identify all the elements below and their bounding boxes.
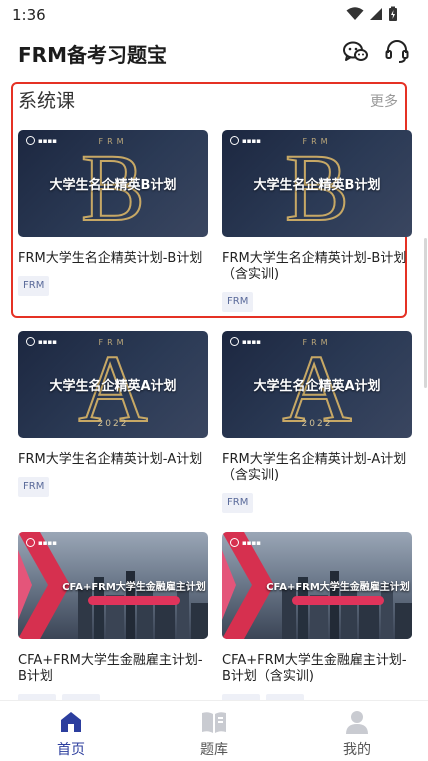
course-thumbnail: ▪▪▪▪ FRM A 大学生名企精英A计划 2022 — [222, 331, 412, 438]
course-card[interactable]: ▪▪▪▪ FRM A 大学生名企精英A计划 2022 FRM大学生名企精英计划-… — [18, 331, 208, 497]
course-card[interactable]: ▪▪▪▪ CFA+FRM大学生金融雇主计划 CFA+FRM大学生金融雇主计划-B… — [222, 532, 412, 700]
course-title: FRM大学生名企精英计划-B计划 — [18, 251, 203, 266]
tab-label: 我的 — [343, 742, 371, 758]
thumb-caption: 大学生名企精英A计划 — [49, 379, 177, 394]
tag-row: FRM — [18, 477, 208, 497]
thumb-caption: 大学生名企精英B计划 — [49, 178, 177, 193]
more-link[interactable]: 更多 — [370, 91, 398, 111]
course-card[interactable]: ▪▪▪▪ FRM B 大学生名企精英B计划 FRM大学生名企精英计划-B计划 F… — [18, 130, 208, 296]
wechat-icon — [343, 41, 368, 61]
thumb-caption: 大学生名企精英A计划 — [253, 379, 381, 394]
course-tag: FRM — [222, 292, 254, 312]
course-tag: FRM — [18, 477, 50, 497]
tab-home[interactable]: 首页 — [0, 701, 142, 761]
status-bar: 1:36 — [0, 0, 428, 30]
thumb-caption: CFA+FRM大学生金融雇主计划 — [62, 582, 206, 593]
thumb-subtitle-pill — [292, 596, 384, 605]
tab-label: 题库 — [200, 742, 228, 758]
app-header: FRM备考习题宝 — [0, 30, 428, 76]
course-title: CFA+FRM大学生金融雇主计划-B计划 — [18, 653, 203, 684]
course-thumbnail: ▪▪▪▪ FRM B 大学生名企精英B计划 — [222, 130, 412, 237]
bottom-tab-bar: 首页 题库 我的 — [0, 700, 428, 761]
thumb-caption: 大学生名企精英B计划 — [253, 178, 381, 193]
status-icons — [346, 6, 398, 22]
tab-profile[interactable]: 我的 — [286, 701, 428, 761]
course-card[interactable]: ▪▪▪▪ FRM B 大学生名企精英B计划 FRM大学生名企精英计划-B计划（含… — [222, 130, 412, 312]
thumb-caption: CFA+FRM大学生金融雇主计划 — [266, 582, 410, 593]
brand-logo: ▪▪▪▪ — [26, 538, 57, 547]
signal-icon — [370, 8, 382, 20]
course-thumbnail: ▪▪▪▪ FRM A 大学生名企精英A计划 2022 — [18, 331, 208, 438]
home-icon — [61, 712, 81, 732]
course-tag: FRM — [18, 276, 50, 296]
thumb-subtitle-pill — [88, 596, 180, 605]
course-thumbnail: ▪▪▪▪ FRM B 大学生名企精英B计划 — [18, 130, 208, 237]
tab-question-bank[interactable]: 题库 — [143, 701, 285, 761]
person-icon — [346, 711, 368, 734]
status-time: 1:36 — [12, 6, 46, 24]
course-thumbnail: ▪▪▪▪ CFA+FRM大学生金融雇主计划 — [18, 532, 208, 639]
course-title: FRM大学生名企精英计划-B计划（含实训) — [222, 251, 407, 282]
book-icon — [202, 712, 226, 733]
tab-label: 首页 — [57, 742, 85, 758]
tag-row: FRM — [18, 276, 208, 296]
course-title: FRM大学生名企精英计划-A计划（含实训) — [222, 452, 407, 483]
tag-row: FRM — [222, 292, 412, 312]
brand-logo: ▪▪▪▪ — [230, 538, 261, 547]
course-thumbnail: ▪▪▪▪ CFA+FRM大学生金融雇主计划 — [222, 532, 412, 639]
battery-icon — [389, 6, 397, 21]
scrollbar[interactable] — [424, 238, 427, 388]
course-title: FRM大学生名企精英计划-A计划 — [18, 452, 203, 467]
section-header: 系统课 更多 — [18, 86, 410, 114]
course-card[interactable]: ▪▪▪▪ FRM A 大学生名企精英A计划 2022 FRM大学生名企精英计划-… — [222, 331, 412, 513]
thumb-year: 2022 — [97, 419, 129, 429]
app-title: FRM备考习题宝 — [18, 43, 167, 67]
course-tag: FRM — [222, 493, 254, 513]
headset-icon — [385, 40, 409, 63]
wechat-button[interactable] — [342, 38, 370, 66]
section-title: 系统课 — [18, 90, 76, 112]
course-card[interactable]: ▪▪▪▪ CFA+FRM大学生金融雇主计划 CFA+FRM大学生金融雇主计划-B… — [18, 532, 208, 700]
content-scroll[interactable]: 系统课 更多 ▪▪▪▪ FRM B 大学生名企精英B计划 FRM大学生名企精英计… — [0, 76, 428, 700]
wifi-icon — [346, 7, 364, 20]
course-title: CFA+FRM大学生金融雇主计划-B计划（含实训) — [222, 653, 407, 684]
thumb-year: 2022 — [301, 419, 333, 429]
customer-service-button[interactable] — [383, 38, 411, 66]
tag-row: FRM — [222, 493, 412, 513]
